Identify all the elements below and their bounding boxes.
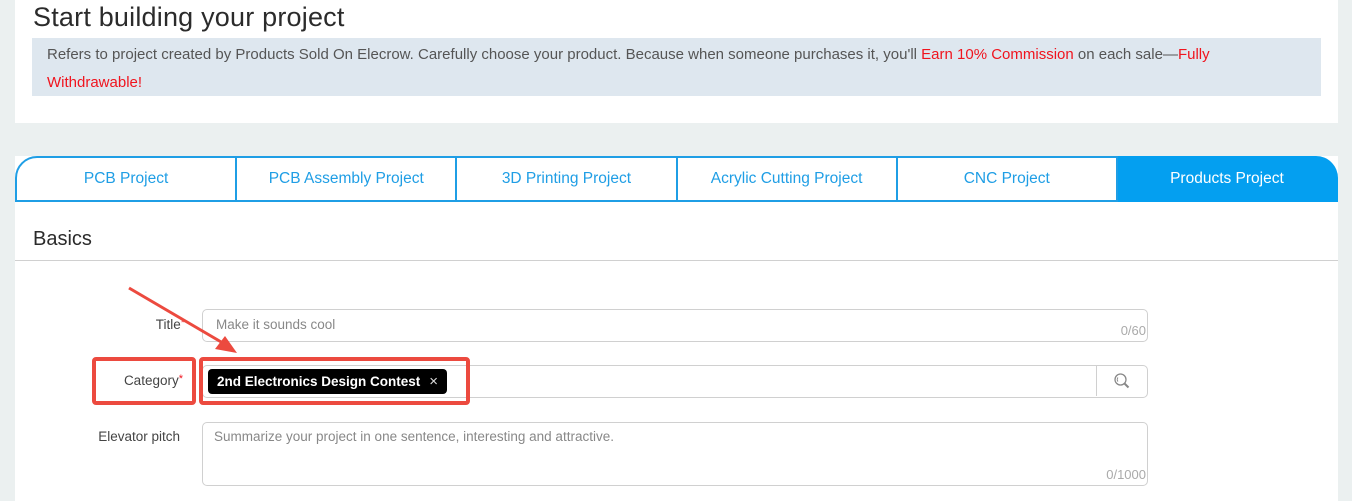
page-title: Start building your project bbox=[33, 2, 345, 32]
intro-card: Start building your project Refers to pr… bbox=[15, 0, 1338, 123]
project-form-card: PCB Project PCB Assembly Project 3D Prin… bbox=[15, 156, 1339, 501]
commission-highlight: Earn 10% Commission bbox=[921, 46, 1074, 63]
section-title-basics: Basics bbox=[33, 228, 92, 250]
tab-3d-printing-project[interactable]: 3D Printing Project bbox=[457, 156, 678, 202]
elevator-pitch-textarea[interactable]: Summarize your project in one sentence, … bbox=[202, 422, 1148, 486]
tab-acrylic-cutting-project[interactable]: Acrylic Cutting Project bbox=[677, 156, 898, 202]
title-label-text: Title bbox=[155, 317, 181, 332]
title-input[interactable]: Make it sounds cool 0/60 bbox=[202, 309, 1148, 342]
category-search-button[interactable] bbox=[1096, 366, 1147, 396]
section-divider bbox=[15, 260, 1338, 261]
title-char-counter: 0/60 bbox=[1120, 323, 1146, 338]
tab-products-project[interactable]: Products Project bbox=[1117, 156, 1339, 202]
annotation-box-category-tag bbox=[199, 357, 470, 405]
search-icon bbox=[1114, 373, 1130, 389]
elevator-pitch-char-counter: 0/1000 bbox=[1106, 467, 1146, 482]
notice-text-2: on each sale— bbox=[1073, 46, 1178, 63]
title-placeholder: Make it sounds cool bbox=[216, 317, 336, 332]
notice-text-1: Refers to project created by Products So… bbox=[47, 46, 922, 63]
required-mark: * bbox=[180, 317, 185, 329]
elevator-pitch-placeholder: Summarize your project in one sentence, … bbox=[214, 429, 614, 444]
project-type-tabs: PCB Project PCB Assembly Project 3D Prin… bbox=[15, 156, 1339, 202]
tab-pcb-project[interactable]: PCB Project bbox=[15, 156, 238, 202]
tab-pcb-assembly-project[interactable]: PCB Assembly Project bbox=[237, 156, 458, 202]
title-label: Title* bbox=[125, 317, 185, 332]
tab-cnc-project[interactable]: CNC Project bbox=[897, 156, 1118, 202]
commission-notice: Refers to project created by Products So… bbox=[32, 38, 1321, 96]
elevator-pitch-label: Elevator pitch bbox=[98, 429, 180, 444]
annotation-box-category-label bbox=[92, 357, 196, 405]
